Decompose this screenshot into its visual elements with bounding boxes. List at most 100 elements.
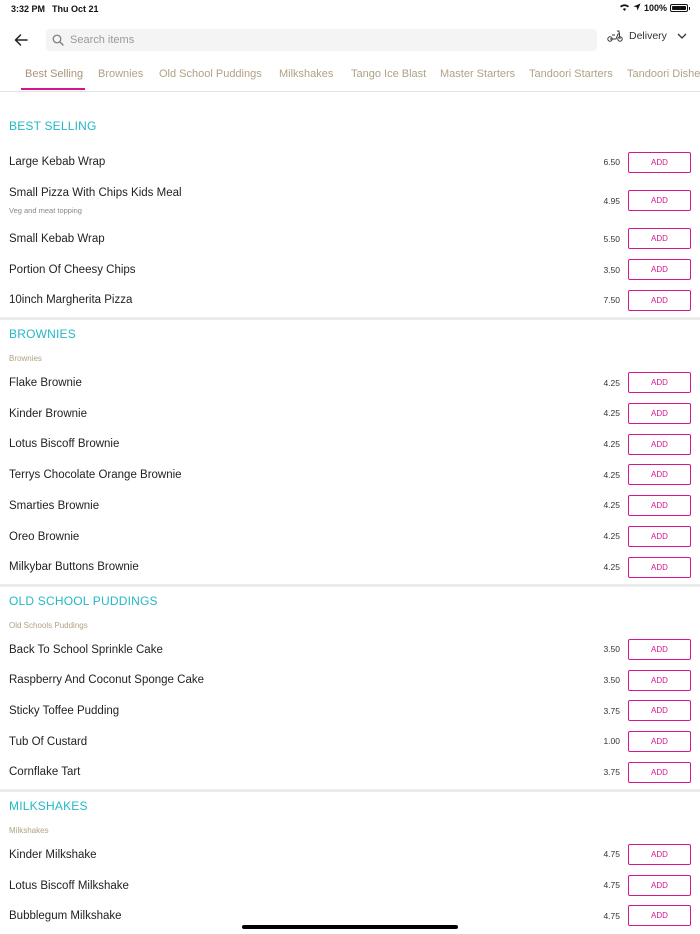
item-name: Small Pizza With Chips Kids Meal bbox=[9, 187, 182, 199]
item-name: Lotus Biscoff Brownie bbox=[9, 438, 120, 450]
wifi-icon bbox=[619, 3, 630, 13]
item-price: 6.50 bbox=[603, 157, 620, 167]
category-tabs: Best Selling Brownies Old School Pudding… bbox=[0, 62, 700, 92]
item-price: 4.25 bbox=[603, 378, 620, 388]
tab-old-school-puddings[interactable]: Old School Puddings bbox=[159, 68, 262, 80]
section-divider bbox=[0, 789, 700, 792]
arrow-left-icon bbox=[14, 34, 28, 46]
item-price: 4.25 bbox=[603, 531, 620, 541]
add-button[interactable]: ADD bbox=[628, 372, 691, 393]
add-button[interactable]: ADD bbox=[628, 670, 691, 691]
tab-tandoori-starters[interactable]: Tandoori Starters bbox=[529, 68, 613, 80]
item-name: Milkybar Buttons Brownie bbox=[9, 561, 139, 573]
search-input[interactable] bbox=[70, 34, 570, 46]
add-button[interactable]: ADD bbox=[628, 290, 691, 311]
item-name: Terrys Chocolate Orange Brownie bbox=[9, 469, 182, 481]
add-button[interactable]: ADD bbox=[628, 731, 691, 752]
item-price: 4.25 bbox=[603, 408, 620, 418]
item-name: Kinder Brownie bbox=[9, 408, 87, 420]
status-date: Thu Oct 21 bbox=[52, 4, 99, 14]
section-title-best-selling: BEST SELLING bbox=[9, 119, 97, 133]
add-button[interactable]: ADD bbox=[628, 639, 691, 660]
add-button[interactable]: ADD bbox=[628, 228, 691, 249]
status-time: 3:32 PM bbox=[11, 4, 46, 14]
item-name: Oreo Brownie bbox=[9, 531, 80, 543]
delivery-label: Delivery bbox=[629, 30, 667, 42]
item-price: 4.95 bbox=[603, 196, 620, 206]
add-button[interactable]: ADD bbox=[628, 403, 691, 424]
section-subtitle: Old Schools Puddings bbox=[9, 621, 88, 630]
status-bar: 3:32 PM Thu Oct 21 100% bbox=[0, 0, 700, 18]
section-title-old-school-puddings: OLD SCHOOL PUDDINGS bbox=[9, 594, 158, 608]
item-name: Back To School Sprinkle Cake bbox=[9, 644, 163, 656]
item-name: Large Kebab Wrap bbox=[9, 156, 106, 168]
item-name: Kinder Milkshake bbox=[9, 849, 97, 861]
back-button[interactable] bbox=[10, 29, 32, 51]
section-title-brownies: BROWNIES bbox=[9, 327, 76, 341]
status-indicators: 100% bbox=[619, 3, 690, 13]
item-price: 3.50 bbox=[603, 675, 620, 685]
item-price: 3.75 bbox=[603, 767, 620, 777]
item-price: 5.50 bbox=[603, 234, 620, 244]
item-name: Bubblegum Milkshake bbox=[9, 910, 122, 922]
item-price: 4.25 bbox=[603, 439, 620, 449]
tab-brownies[interactable]: Brownies bbox=[98, 68, 143, 80]
item-price: 7.50 bbox=[603, 295, 620, 305]
item-name: Portion Of Cheesy Chips bbox=[9, 264, 136, 276]
add-button[interactable]: ADD bbox=[628, 905, 691, 926]
tab-milkshakes[interactable]: Milkshakes bbox=[279, 68, 333, 80]
add-button[interactable]: ADD bbox=[628, 434, 691, 455]
item-name: Lotus Biscoff Milkshake bbox=[9, 880, 129, 892]
tab-tandoori-dishes[interactable]: Tandoori Dishes bbox=[627, 68, 700, 80]
item-price: 4.75 bbox=[603, 880, 620, 890]
delivery-select[interactable]: Delivery bbox=[607, 30, 687, 42]
chevron-down-icon bbox=[677, 33, 687, 39]
search-box[interactable] bbox=[46, 29, 597, 51]
active-tab-indicator bbox=[21, 88, 85, 90]
tab-tango-ice-blast[interactable]: Tango Ice Blast bbox=[351, 68, 426, 80]
add-button[interactable]: ADD bbox=[628, 700, 691, 721]
item-name: Raspberry And Coconut Sponge Cake bbox=[9, 674, 204, 686]
add-button[interactable]: ADD bbox=[628, 259, 691, 280]
item-name: Flake Brownie bbox=[9, 377, 82, 389]
item-price: 4.25 bbox=[603, 500, 620, 510]
item-price: 4.75 bbox=[603, 911, 620, 921]
add-button[interactable]: ADD bbox=[628, 495, 691, 516]
tab-master-starters[interactable]: Master Starters bbox=[440, 68, 515, 80]
item-price: 1.00 bbox=[603, 736, 620, 746]
add-button[interactable]: ADD bbox=[628, 875, 691, 896]
add-button[interactable]: ADD bbox=[628, 526, 691, 547]
location-icon bbox=[633, 3, 641, 13]
item-price: 3.75 bbox=[603, 706, 620, 716]
item-name: Cornflake Tart bbox=[9, 766, 81, 778]
item-name: 10inch Margherita Pizza bbox=[9, 294, 133, 306]
item-price: 4.25 bbox=[603, 470, 620, 480]
tab-best-selling[interactable]: Best Selling bbox=[25, 68, 83, 80]
item-price: 3.50 bbox=[603, 644, 620, 654]
add-button[interactable]: ADD bbox=[628, 844, 691, 865]
item-name: Tub Of Custard bbox=[9, 736, 88, 748]
top-bar: Delivery bbox=[0, 27, 700, 53]
section-subtitle: Brownies bbox=[9, 354, 42, 363]
section-divider bbox=[0, 317, 700, 320]
item-name: Smarties Brownie bbox=[9, 500, 100, 512]
item-name: Sticky Toffee Pudding bbox=[9, 705, 120, 717]
search-icon bbox=[52, 34, 64, 46]
section-title-milkshakes: MILKSHAKES bbox=[9, 799, 88, 813]
add-button[interactable]: ADD bbox=[628, 152, 691, 173]
battery-icon bbox=[670, 4, 690, 12]
add-button[interactable]: ADD bbox=[628, 557, 691, 578]
scooter-icon bbox=[607, 30, 623, 42]
section-divider bbox=[0, 584, 700, 587]
item-description: Veg and meat topping bbox=[9, 206, 82, 215]
item-price: 3.50 bbox=[603, 265, 620, 275]
item-price: 4.25 bbox=[603, 562, 620, 572]
add-button[interactable]: ADD bbox=[628, 464, 691, 485]
item-price: 4.75 bbox=[603, 849, 620, 859]
home-indicator bbox=[242, 925, 458, 929]
add-button[interactable]: ADD bbox=[628, 762, 691, 783]
battery-percent: 100% bbox=[643, 3, 667, 13]
add-button[interactable]: ADD bbox=[628, 190, 691, 211]
section-subtitle: Milkshakes bbox=[9, 826, 49, 835]
item-name: Small Kebab Wrap bbox=[9, 233, 105, 245]
